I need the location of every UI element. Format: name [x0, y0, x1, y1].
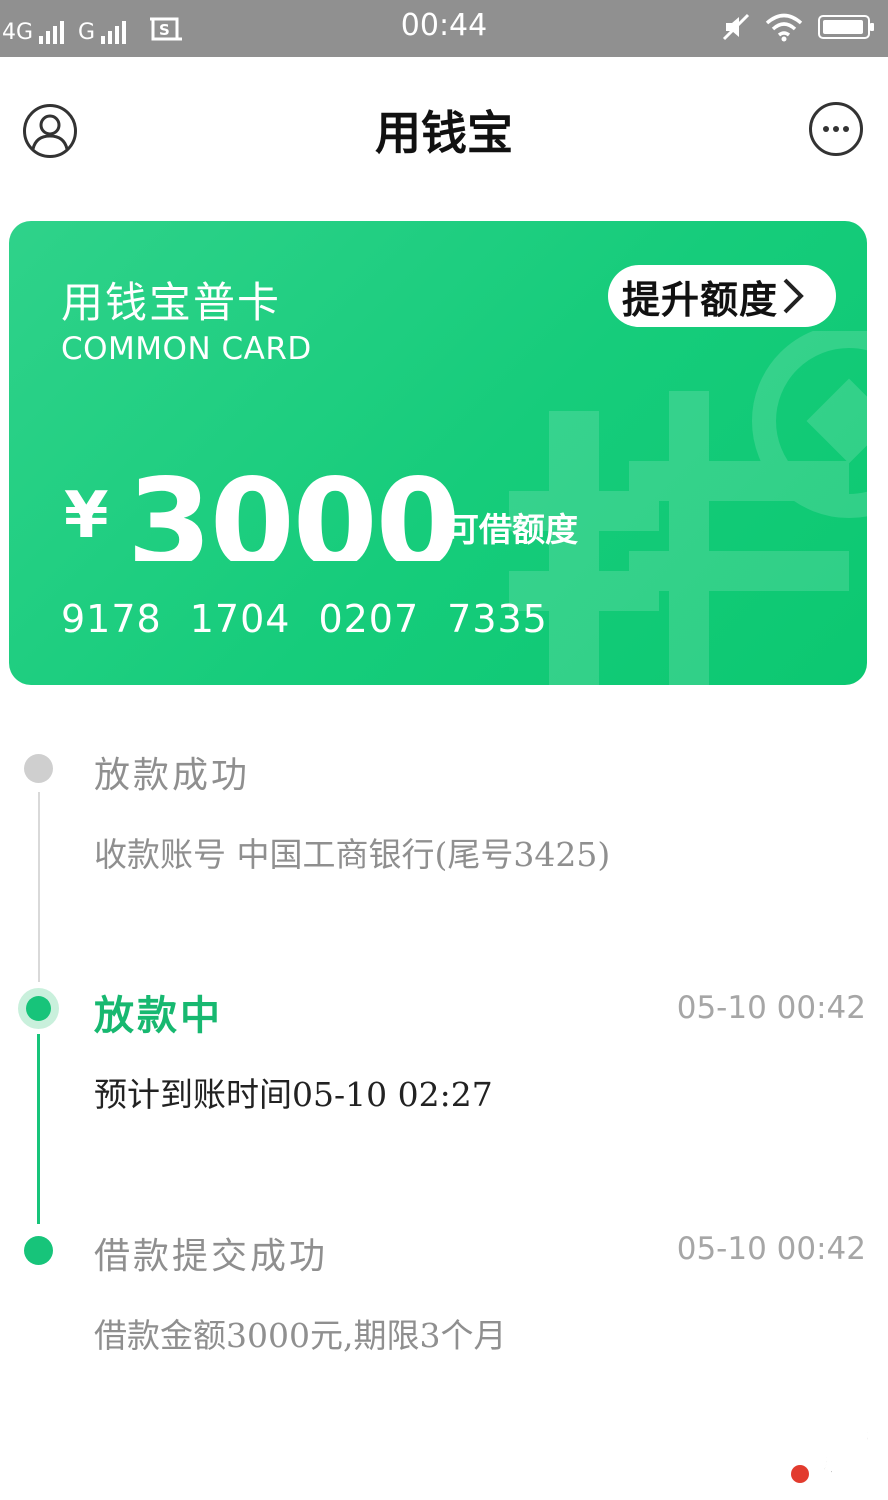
step-description: 预计到账时间05-10 02:27: [94, 1075, 493, 1114]
step-description: 收款账号 中国工商银行(尾号3425): [94, 835, 611, 874]
available-amount: 3000: [127, 453, 459, 561]
timeline-connector: [38, 792, 40, 982]
credit-card: 用钱宝普卡 COMMON CARD 提升额度 ¥ 3000 可借额度 9178 …: [9, 221, 867, 685]
page-title: 用钱宝: [375, 106, 513, 160]
more-icon[interactable]: [808, 101, 864, 157]
timeline-dot: [24, 754, 53, 783]
raise-limit-button[interactable]: 提升额度: [608, 265, 836, 327]
nav-bar: 用钱宝: [0, 57, 888, 202]
mute-icon: [722, 13, 750, 41]
timeline-connector-active: [37, 1034, 40, 1224]
currency-symbol: ¥: [64, 479, 109, 553]
card-number-group: 1704: [189, 597, 291, 641]
card-name: 用钱宝普卡: [61, 278, 282, 327]
step-title: 借款提交成功: [94, 1236, 329, 1277]
card-number-group: 0207: [318, 597, 420, 641]
step-title-active: 放款中: [94, 992, 223, 1039]
card-subtitle: COMMON CARD: [61, 331, 312, 367]
forum-watermark-logo: 卡农社区: [791, 1413, 887, 1492]
raise-limit-label: 提升额度: [622, 276, 779, 322]
wifi-icon: [765, 13, 803, 42]
chevron-right-icon: [783, 278, 804, 314]
loan-status-timeline: 放款成功 收款账号 中国工商银行(尾号3425) 放款中 05-10 00:42…: [0, 700, 888, 1420]
step-time: 05-10 00:42: [676, 1231, 866, 1267]
available-amount-label: 可借额度: [446, 510, 578, 549]
step-description: 借款金额3000元,期限3个月: [94, 1316, 507, 1355]
step-time: 05-10 00:42: [676, 990, 866, 1026]
step-title: 放款成功: [94, 755, 251, 796]
status-icons: [722, 12, 874, 42]
timeline-dot-active: [18, 988, 59, 1029]
card-number: 9178 1704 0207 7335: [61, 597, 548, 641]
timeline-dot: [24, 1236, 53, 1265]
card-number-group: 7335: [447, 597, 548, 641]
card-number-group: 9178: [61, 597, 162, 641]
amount-wrapper: 3000: [127, 449, 459, 561]
svg-text:卡农社区: 卡农社区: [794, 1414, 887, 1492]
battery-icon: [818, 15, 874, 39]
status-bar: 4G G S 00:44: [0, 0, 888, 57]
